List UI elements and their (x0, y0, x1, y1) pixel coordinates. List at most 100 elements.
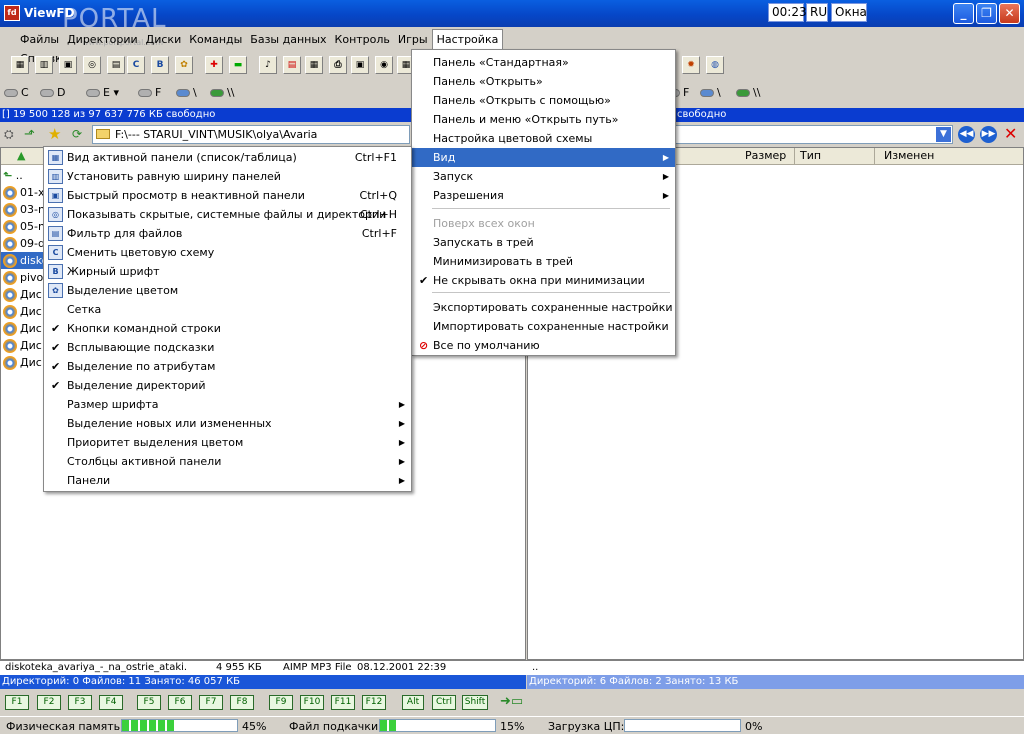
menu-control[interactable]: Контроль (331, 30, 394, 49)
path-input[interactable]: F:\--- STARUI_VINT\MUSIK\olya\Avaria (92, 125, 410, 144)
menu-directories[interactable]: Директории (63, 30, 142, 49)
film-icon[interactable]: ▤ (283, 56, 301, 74)
menu-item-3[interactable]: Панель «Открыть с помощью» (412, 91, 675, 110)
view-menu-item-4[interactable]: ◎ Показывать скрытые, системные файлы и д… (44, 205, 411, 224)
title-bar[interactable]: fd ViewFD PORTAL 00:23 RU Окна _ ❐ ✕ (0, 0, 1024, 32)
right-network-root[interactable]: \\ (736, 86, 760, 99)
list-item[interactable]: ⬑ .. (3, 167, 23, 184)
bulb-icon[interactable]: ◎ (83, 56, 101, 74)
picture-icon[interactable]: ▣ (59, 56, 77, 74)
language-indicator[interactable]: RU (806, 3, 828, 22)
view-menu-item-16[interactable]: Приоритет выделения цветом ▶ (44, 433, 411, 452)
alt-button[interactable]: Alt (402, 695, 424, 710)
plus-icon[interactable]: ✚ (205, 56, 223, 74)
menu-item-15[interactable]: ⊘ Все по умолчанию (412, 336, 675, 355)
right-network-drive[interactable]: \ (700, 86, 721, 99)
menu-databases[interactable]: Базы данных (246, 30, 330, 49)
column-modified[interactable]: Изменен (884, 148, 934, 164)
favorites-icon[interactable]: ★ (48, 125, 61, 143)
menu-commands[interactable]: Команды (185, 30, 246, 49)
list-item[interactable]: Дис (3, 286, 42, 303)
column-type[interactable]: Тип (800, 148, 821, 164)
color-scheme-icon[interactable]: C (127, 56, 145, 74)
f12-button[interactable]: F12 (362, 695, 386, 710)
f4-button[interactable]: F4 (99, 695, 123, 710)
f2-button[interactable]: F2 (37, 695, 61, 710)
windows-button[interactable]: Окна (831, 3, 867, 22)
close-x-icon[interactable]: ✕ (1004, 124, 1017, 143)
f6-button[interactable]: F6 (168, 695, 192, 710)
shift-button[interactable]: Shift (462, 695, 488, 710)
drive-f[interactable]: F (138, 86, 161, 99)
drive-tool-icon[interactable]: ⛭ (4, 127, 14, 142)
column-divider[interactable] (794, 148, 795, 164)
f5-button[interactable]: F5 (137, 695, 161, 710)
f10-button[interactable]: F10 (300, 695, 324, 710)
list-item[interactable]: Дис (3, 337, 42, 354)
f11-button[interactable]: F11 (331, 695, 355, 710)
globe-icon[interactable]: ◍ (706, 56, 724, 74)
menu-item-4[interactable]: Панель и меню «Открыть путь» (412, 110, 675, 129)
f8-button[interactable]: F8 (230, 695, 254, 710)
menu-files[interactable]: Файлы (16, 30, 63, 49)
view-menu-item-1[interactable]: ▦ Вид активной панели (список/таблица) Ctr… (44, 148, 411, 167)
printer-icon[interactable]: ⎙ (329, 56, 347, 74)
drive-e[interactable]: E ▾ (86, 86, 119, 99)
view-menu-item-8[interactable]: ✿ Выделение цветом (44, 281, 411, 300)
back-icon[interactable]: ◀◀ (958, 126, 975, 143)
sort-up-icon[interactable]: ▲ (17, 148, 25, 164)
view-menu-item-13[interactable]: ✔ Выделение директорий (44, 376, 411, 395)
menu-disks[interactable]: Диски (142, 30, 186, 49)
list-item[interactable]: Дис (3, 320, 42, 337)
dropdown-arrow-icon[interactable]: ▼ (936, 127, 951, 142)
menu-item-9[interactable]: Поверх всех окон (412, 214, 675, 233)
menu-item-1[interactable]: Панель «Стандартная» (412, 53, 675, 72)
disk-icon[interactable]: ◉ (375, 56, 393, 74)
menu-item-13[interactable]: Экспортировать сохраненные настройки (412, 298, 675, 317)
menu-item-2[interactable]: Панель «Открыть» (412, 72, 675, 91)
transfer-folder-icon[interactable]: ➜▭ (500, 694, 523, 709)
view-menu-item-2[interactable]: ▥ Установить равную ширину панелей (44, 167, 411, 186)
f1-button[interactable]: F1 (5, 695, 29, 710)
image-icon[interactable]: ▣ (351, 56, 369, 74)
menu-item-14[interactable]: Импортировать сохраненные настройки (412, 317, 675, 336)
minus-icon[interactable]: ▬ (229, 56, 247, 74)
view-menu-item-6[interactable]: C Сменить цветовую схему (44, 243, 411, 262)
bold-icon[interactable]: B (151, 56, 169, 74)
ctrl-button[interactable]: Ctrl (432, 695, 456, 710)
list-icon[interactable]: ▦ (305, 56, 323, 74)
close-button[interactable]: ✕ (999, 3, 1020, 24)
f9-button[interactable]: F9 (269, 695, 293, 710)
list-item[interactable]: Дис (3, 303, 42, 320)
refresh-icon[interactable]: ⟳ (72, 127, 82, 141)
view-menu-item-17[interactable]: Столбцы активной панели ▶ (44, 452, 411, 471)
view-menu-item-12[interactable]: ✔ Выделение по атрибутам (44, 357, 411, 376)
menu-item-7[interactable]: Запуск ▶ (412, 167, 675, 186)
list-item[interactable]: Дис (3, 354, 42, 371)
view-menu-item-5[interactable]: ▤ Фильтр для файлов Ctrl+F (44, 224, 411, 243)
filter-icon[interactable]: ▤ (107, 56, 125, 74)
list-item[interactable]: 09-di (3, 235, 48, 252)
flame-icon[interactable]: ✹ (682, 56, 700, 74)
view-menu-item-15[interactable]: Выделение новых или измененных ▶ (44, 414, 411, 433)
right-path-input[interactable]: ▼ (675, 125, 953, 144)
palette-icon[interactable]: ✿ (175, 56, 193, 74)
column-divider[interactable] (874, 148, 875, 164)
menu-item-11[interactable]: Минимизировать в трей (412, 252, 675, 271)
f3-button[interactable]: F3 (68, 695, 92, 710)
menu-item-10[interactable]: Запускать в трей (412, 233, 675, 252)
forward-icon[interactable]: ▶▶ (980, 126, 997, 143)
view-menu-item-11[interactable]: ✔ Всплывающие подсказки (44, 338, 411, 357)
music-icon[interactable]: ♪ (259, 56, 277, 74)
menu-item-6[interactable]: Вид ▶ (412, 148, 675, 167)
view-toggle-icon[interactable]: ▦ (11, 56, 29, 74)
drive-d[interactable]: D (40, 86, 65, 99)
network-root[interactable]: \\ (210, 86, 234, 99)
up-folder-icon[interactable]: ⬏ (24, 127, 35, 142)
view-menu-item-18[interactable]: Панели ▶ (44, 471, 411, 490)
view-menu-item-9[interactable]: Сетка (44, 300, 411, 319)
column-size[interactable]: Размер (745, 148, 786, 164)
f7-button[interactable]: F7 (199, 695, 223, 710)
menu-item-8[interactable]: Разрешения ▶ (412, 186, 675, 205)
maximize-button[interactable]: ❐ (976, 3, 997, 24)
